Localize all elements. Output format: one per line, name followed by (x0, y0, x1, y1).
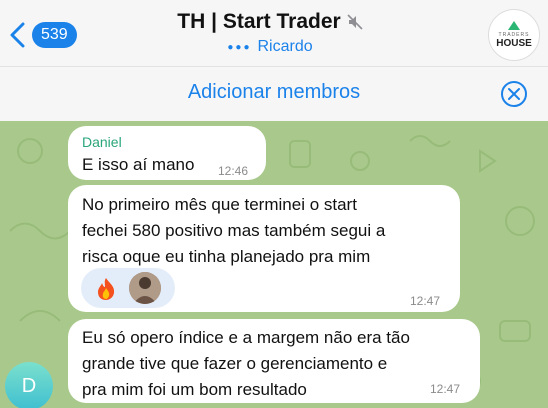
message-time: 12:47 (410, 294, 441, 308)
chat-title-area[interactable]: TH | Start Trader ●●● Ricardo (150, 10, 390, 56)
message-bubble[interactable]: Daniel E isso aí mano 12:46 (68, 126, 266, 180)
chat-title: TH | Start Trader (150, 10, 390, 34)
message-line: fechei 580 positivo mas também segui a (82, 221, 386, 240)
message-bubble[interactable]: Eu só opero índice e a margem não era tã… (68, 319, 480, 403)
group-avatar[interactable]: TRADERS HOUSE (488, 9, 540, 61)
unread-count-badge: 539 (32, 22, 77, 48)
message-text: E isso aí mano (82, 155, 195, 174)
add-members-button[interactable]: Adicionar membros (0, 81, 548, 104)
message-time: 12:47 (430, 382, 461, 396)
message-bubble[interactable]: No primeiro mês que terminei o start fec… (68, 185, 460, 312)
chat-header: 539 TH | Start Trader ●●● Ricardo TRADER… (0, 0, 548, 66)
message-line: No primeiro mês que terminei o start (82, 195, 357, 214)
back-button[interactable]: 539 (8, 20, 77, 50)
message-time: 12:46 (218, 164, 249, 178)
typing-dots-icon: ●●● (227, 41, 252, 53)
message-text: Eu só opero índice e a margem não era tã… (82, 325, 472, 403)
reaction-chip[interactable] (81, 268, 175, 308)
message-line: grande tive que fazer o gerenciamento e (82, 354, 388, 373)
typing-status: ●●● Ricardo (150, 38, 390, 56)
sender-name[interactable]: Daniel (82, 134, 122, 150)
logo-big-text: HOUSE (496, 38, 532, 49)
message-text: No primeiro mês que terminei o start fec… (82, 192, 454, 270)
add-members-bar: Adicionar membros (0, 66, 548, 122)
chevron-left-icon (10, 22, 25, 48)
person-photo-icon (129, 272, 161, 304)
sender-avatar[interactable]: D (5, 362, 53, 408)
chat-area[interactable]: Daniel E isso aí mano 12:46 No primeiro … (0, 121, 548, 408)
message-line: risca oque eu tinha planejado pra mim (82, 247, 371, 266)
message-line: Eu só opero índice e a margem não era tã… (82, 328, 410, 347)
typing-user: Ricardo (257, 38, 313, 55)
logo-triangle-icon (508, 21, 520, 30)
close-icon[interactable] (500, 80, 528, 108)
reactor-avatar (129, 272, 161, 304)
muted-icon (347, 14, 363, 30)
fire-emoji-icon (98, 278, 115, 300)
message-line: pra mim foi um bom resultado (82, 380, 307, 399)
chat-title-text: TH | Start Trader (177, 10, 341, 33)
